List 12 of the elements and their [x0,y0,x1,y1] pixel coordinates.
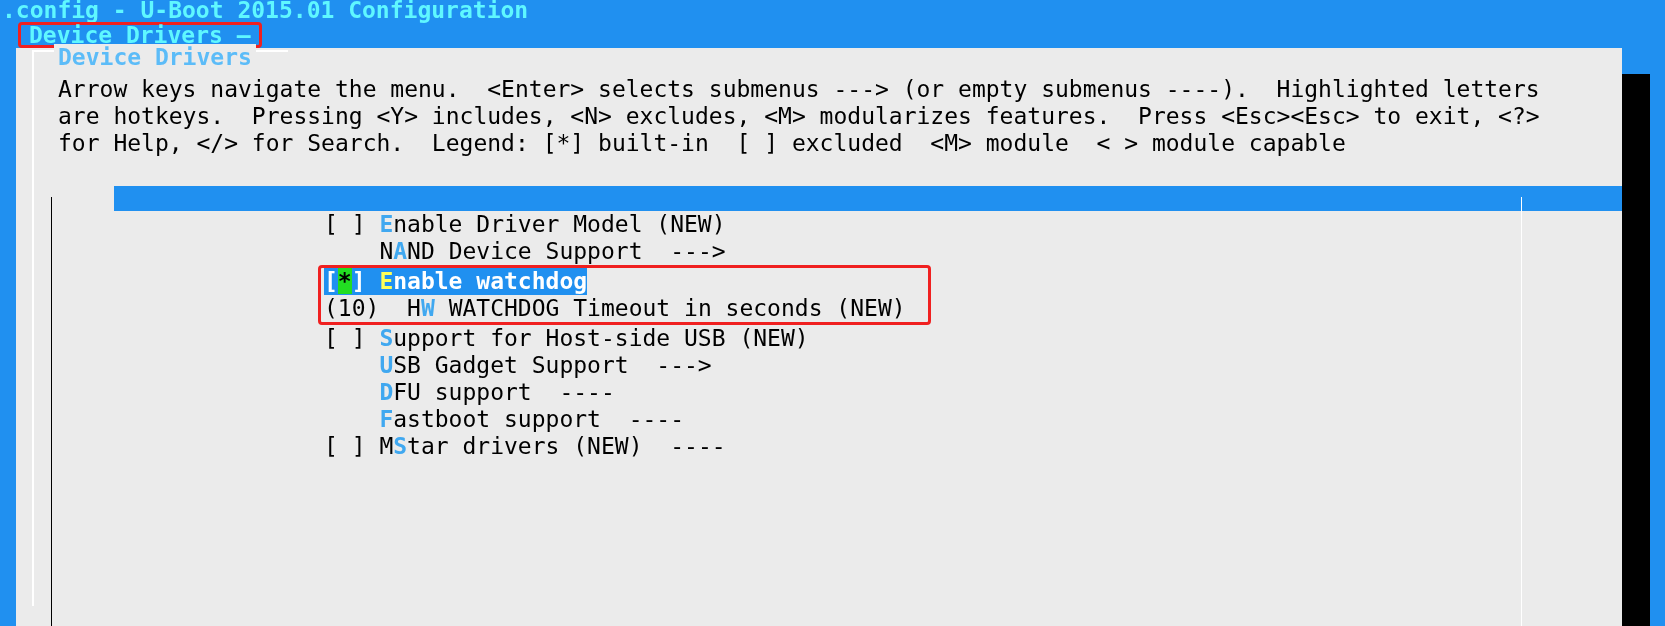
menu-item[interactable]: [ ] Support for Host-side USB (NEW) [324,325,809,352]
menu-item[interactable]: NAND Device Support ---> [324,238,726,265]
menu-item[interactable]: (10) HW WATCHDOG Timeout in seconds (NEW) [324,295,906,322]
menu-item[interactable]: DFU support ---- [324,379,615,406]
menu-item[interactable]: Fastboot support ---- [324,406,685,433]
help-text: are hotkeys. Pressing <Y> includes, <N> excludes, <M> modularizes features. Press <Esc><Esc> to exit, <?> [58,103,1540,130]
menu-item[interactable]: USB Gadget Support ---> [324,352,712,379]
help-text: Arrow keys navigate the menu. <Enter> selects submenus ---> (or empty submenus ----). Highlighted letters [58,76,1540,103]
menu-item[interactable]: [*] Enable watchdog [324,268,588,295]
menu-item[interactable]: [ ] Enable Driver Model (NEW) [324,211,726,238]
help-text: for Help, </> for Search. Legend: [*] built-in [ ] excluded <M> module < > module capable [58,130,1346,157]
menu-item[interactable]: [ ] MStar drivers (NEW) ---- [324,433,726,460]
